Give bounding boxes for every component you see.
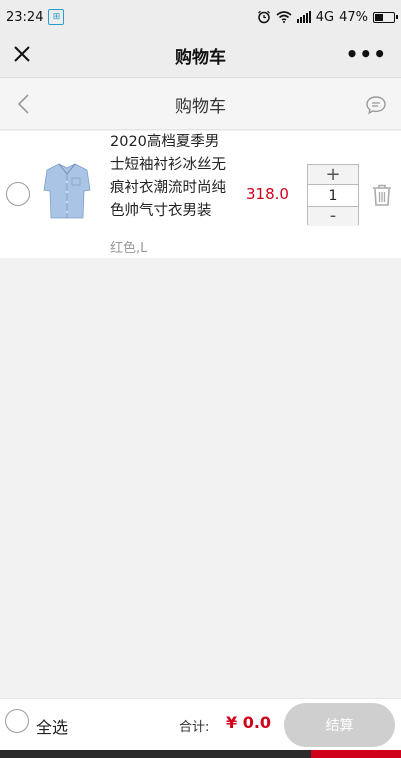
- product-image[interactable]: [42, 160, 92, 222]
- alarm-icon: [257, 10, 270, 24]
- signal-icon: [296, 11, 311, 23]
- back-icon[interactable]: [14, 93, 36, 115]
- increase-quantity-button[interactable]: +: [308, 165, 358, 185]
- page-header: 购物车: [0, 79, 401, 130]
- select-all-checkbox[interactable]: [5, 709, 29, 733]
- message-icon[interactable]: [365, 94, 387, 116]
- nav-strip-accent: [311, 750, 401, 758]
- wechat-header: 购物车 •••: [0, 34, 401, 78]
- status-bar: 23:24 ⊞ 4G 47%: [0, 0, 401, 34]
- item-select-checkbox[interactable]: [6, 182, 30, 206]
- wechat-title: 购物车: [175, 48, 226, 68]
- status-time: 23:24: [6, 9, 44, 25]
- checkout-button[interactable]: 结算: [284, 703, 395, 747]
- product-title[interactable]: 2020高档夏季男士短袖衬衫冰丝无痕衬衣潮流时尚纯色帅气寸衣男装: [110, 131, 230, 223]
- decrease-quantity-button[interactable]: -: [308, 205, 358, 226]
- app-notification-icon: ⊞: [48, 9, 65, 25]
- total-amount: ¥ 0.0: [226, 713, 272, 732]
- battery-level: [375, 13, 383, 21]
- product-price: 318.0: [246, 185, 289, 203]
- close-icon[interactable]: [10, 42, 34, 66]
- total-label: 合计:: [179, 720, 210, 735]
- network-type: 4G: [315, 9, 335, 25]
- select-all-label[interactable]: 全选: [36, 714, 68, 738]
- wifi-icon: [276, 11, 292, 23]
- more-menu-icon[interactable]: •••: [346, 44, 387, 64]
- battery-icon: [373, 11, 398, 23]
- page-title: 购物车: [175, 96, 226, 117]
- product-spec: 红色,L: [110, 241, 148, 256]
- battery-percent: 47%: [339, 9, 368, 25]
- delete-icon[interactable]: [371, 183, 393, 207]
- quantity-input[interactable]: [308, 186, 358, 206]
- quantity-stepper: + -: [307, 164, 359, 226]
- system-nav-strip: [0, 750, 401, 758]
